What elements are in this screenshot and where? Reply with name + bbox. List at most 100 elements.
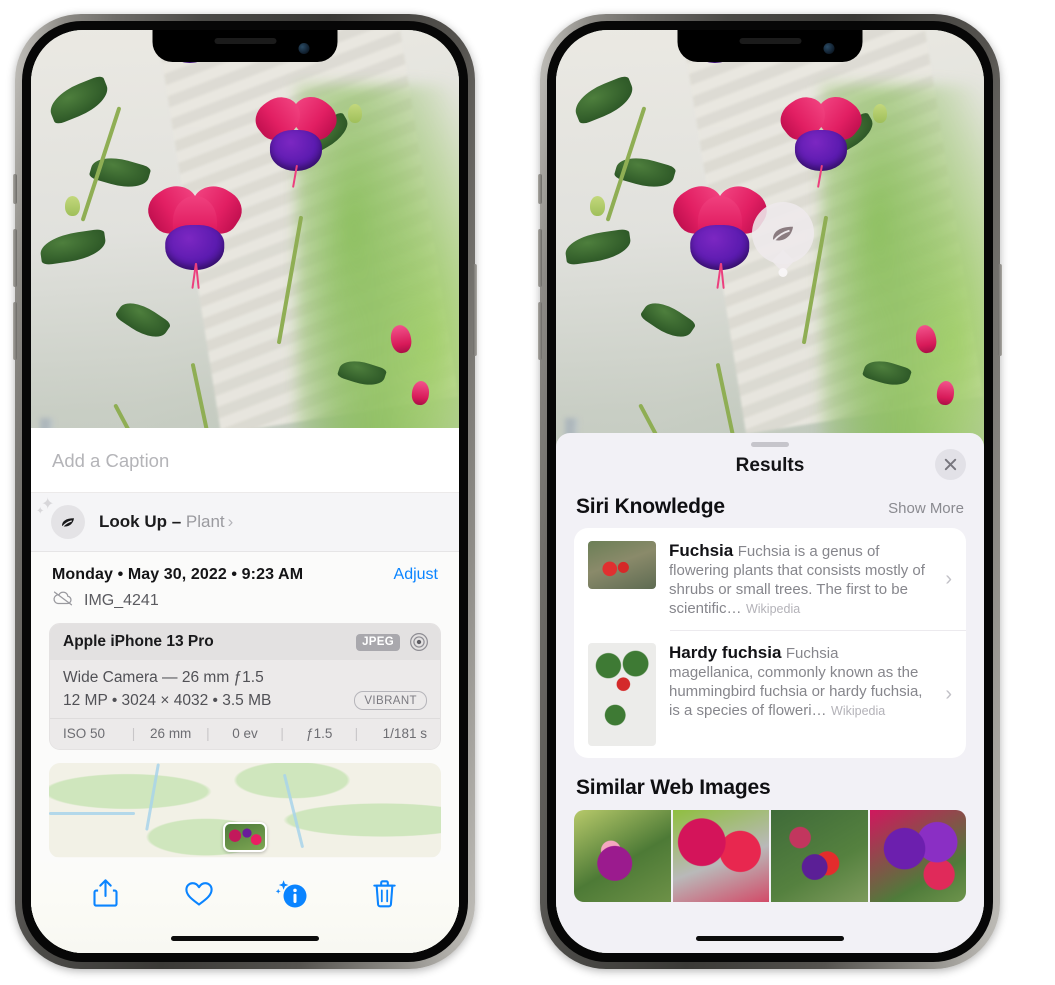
photo-date: Monday • May 30, 2022 • 9:23 AM bbox=[52, 566, 304, 583]
result-title: Fuchsia bbox=[669, 541, 734, 560]
screenshot-stage: Add a Caption ✦ ✦ Look Up – Plant › Mond… bbox=[0, 0, 1055, 985]
sparkle-icon: ✦ bbox=[36, 506, 45, 517]
device-notch bbox=[677, 30, 863, 62]
photo-bud bbox=[872, 103, 887, 123]
similar-web-images-strip bbox=[574, 810, 966, 902]
look-up-row[interactable]: ✦ ✦ Look Up – Plant › bbox=[31, 493, 459, 552]
leaf-icon: ✦ ✦ bbox=[36, 497, 85, 539]
exif-size-line: 12 MP • 3024 × 4032 • 3.5 MB bbox=[63, 691, 272, 709]
right-phone-screen: Results Siri Knowledge Show More Fuchsia… bbox=[556, 30, 984, 953]
exif-divider: | bbox=[280, 726, 284, 741]
photo-bud bbox=[347, 103, 362, 123]
cloud-slash-icon bbox=[52, 590, 74, 611]
siri-knowledge-title: Siri Knowledge bbox=[576, 495, 725, 518]
home-indicator[interactable] bbox=[696, 936, 844, 941]
exif-device-name: Apple iPhone 13 Pro bbox=[63, 633, 214, 650]
look-up-subject: Plant bbox=[185, 512, 225, 531]
adjust-button[interactable]: Adjust bbox=[394, 566, 438, 584]
similar-web-images-header: Similar Web Images bbox=[556, 758, 984, 810]
map-pin-thumbnail bbox=[225, 823, 265, 850]
photographic-style-badge: VIBRANT bbox=[354, 691, 427, 710]
volume-up-button[interactable] bbox=[538, 229, 542, 287]
photo-fuchsia-flower bbox=[773, 88, 869, 188]
exif-stat-shutter: 1/181 s bbox=[382, 726, 427, 741]
visual-lookup-results-sheet: Results Siri Knowledge Show More Fuchsia… bbox=[556, 433, 984, 953]
photo-date-row: Monday • May 30, 2022 • 9:23 AM Adjust bbox=[31, 552, 459, 588]
left-phone-bezel: Add a Caption ✦ ✦ Look Up – Plant › Mond… bbox=[22, 21, 468, 962]
exif-stat-iso: ISO 50 bbox=[63, 726, 106, 741]
chevron-right-icon: › bbox=[945, 568, 952, 590]
heart-icon[interactable] bbox=[177, 871, 221, 915]
chevron-right-icon: › bbox=[945, 683, 952, 705]
result-title: Hardy fuchsia bbox=[669, 643, 782, 662]
map-road bbox=[49, 812, 136, 816]
left-phone-screen: Add a Caption ✦ ✦ Look Up – Plant › Mond… bbox=[31, 30, 459, 953]
earpiece-speaker bbox=[214, 38, 276, 44]
mute-switch[interactable] bbox=[13, 174, 17, 204]
volume-down-button[interactable] bbox=[538, 302, 542, 360]
exif-stat-focal: 26 mm bbox=[150, 726, 192, 741]
format-badge: JPEG bbox=[356, 633, 400, 651]
exif-device-row: Apple iPhone 13 Pro JPEG bbox=[50, 624, 440, 660]
exif-card: Apple iPhone 13 Pro JPEG Wide Camera — 2… bbox=[49, 623, 441, 750]
results-title: Results bbox=[735, 455, 805, 476]
exif-divider: | bbox=[354, 726, 359, 741]
result-thumbnail bbox=[588, 541, 656, 589]
front-camera bbox=[823, 43, 835, 54]
right-phone-bezel: Results Siri Knowledge Show More Fuchsia… bbox=[547, 21, 993, 962]
close-icon[interactable] bbox=[935, 449, 966, 480]
similar-image-3[interactable] bbox=[771, 810, 868, 902]
photo-bud bbox=[65, 196, 81, 217]
left-phone-device: Add a Caption ✦ ✦ Look Up – Plant › Mond… bbox=[13, 14, 477, 969]
photo-file-row: IMG_4241 bbox=[31, 588, 459, 623]
location-map-card[interactable] bbox=[49, 763, 441, 858]
look-up-title: Look Up – bbox=[99, 512, 182, 531]
result-source: Wikipedia bbox=[831, 704, 886, 718]
earpiece-speaker bbox=[739, 38, 801, 44]
raw-target-icon bbox=[409, 632, 429, 652]
photo-fuchsia-flower bbox=[140, 177, 249, 289]
power-button[interactable] bbox=[998, 264, 1002, 356]
trash-icon[interactable] bbox=[363, 871, 407, 915]
map-photo-pin[interactable] bbox=[223, 821, 267, 852]
leaf-icon bbox=[773, 226, 793, 241]
chevron-right-icon: › bbox=[227, 512, 234, 531]
photo-info-sheet: Add a Caption ✦ ✦ Look Up – Plant › Mond… bbox=[31, 428, 459, 953]
list-item[interactable]: Hardy fuchsia Fuchsia magellanica, commo… bbox=[574, 630, 966, 758]
photo-fuchsia-flower bbox=[248, 88, 344, 188]
exif-divider: | bbox=[206, 726, 210, 741]
exif-stat-ev: 0 ev bbox=[232, 726, 258, 741]
volume-up-button[interactable] bbox=[13, 229, 17, 287]
similar-image-4[interactable] bbox=[869, 810, 966, 902]
exif-stat-aperture: ƒ1.5 bbox=[306, 726, 333, 741]
exif-stats-row: ISO 50 | 26 mm | 0 ev | ƒ1.5 | 1/181 s bbox=[50, 718, 440, 749]
similar-web-images-title: Similar Web Images bbox=[576, 776, 771, 799]
similar-image-1[interactable] bbox=[574, 810, 671, 902]
caption-input[interactable]: Add a Caption bbox=[31, 428, 459, 493]
show-more-button[interactable]: Show More bbox=[888, 500, 964, 517]
right-phone-device: Results Siri Knowledge Show More Fuchsia… bbox=[538, 14, 1002, 969]
share-icon[interactable] bbox=[84, 871, 128, 915]
map-road bbox=[282, 773, 305, 848]
visual-lookup-badge[interactable] bbox=[752, 202, 814, 273]
similar-image-2[interactable] bbox=[672, 810, 769, 902]
device-notch bbox=[152, 30, 338, 62]
mute-switch[interactable] bbox=[538, 174, 542, 204]
map-road bbox=[144, 763, 160, 832]
info-sparkle-icon[interactable] bbox=[270, 871, 314, 915]
power-button[interactable] bbox=[473, 264, 477, 356]
results-header: Results bbox=[556, 447, 984, 493]
exif-body: Wide Camera — 26 mm ƒ1.5 12 MP • 3024 × … bbox=[50, 660, 440, 718]
photo-file-name: IMG_4241 bbox=[84, 591, 159, 609]
siri-knowledge-cards: Fuchsia Fuchsia is a genus of flowering … bbox=[574, 528, 966, 758]
exif-lens-line: Wide Camera — 26 mm ƒ1.5 bbox=[63, 669, 264, 686]
siri-knowledge-header: Siri Knowledge Show More bbox=[556, 493, 984, 528]
exif-divider: | bbox=[131, 726, 136, 741]
front-camera bbox=[298, 43, 310, 54]
volume-down-button[interactable] bbox=[13, 302, 17, 360]
result-thumbnail bbox=[588, 643, 656, 746]
list-item[interactable]: Fuchsia Fuchsia is a genus of flowering … bbox=[574, 528, 966, 630]
result-source: Wikipedia bbox=[745, 602, 801, 616]
home-indicator[interactable] bbox=[171, 936, 319, 941]
photo-bud bbox=[590, 196, 606, 217]
